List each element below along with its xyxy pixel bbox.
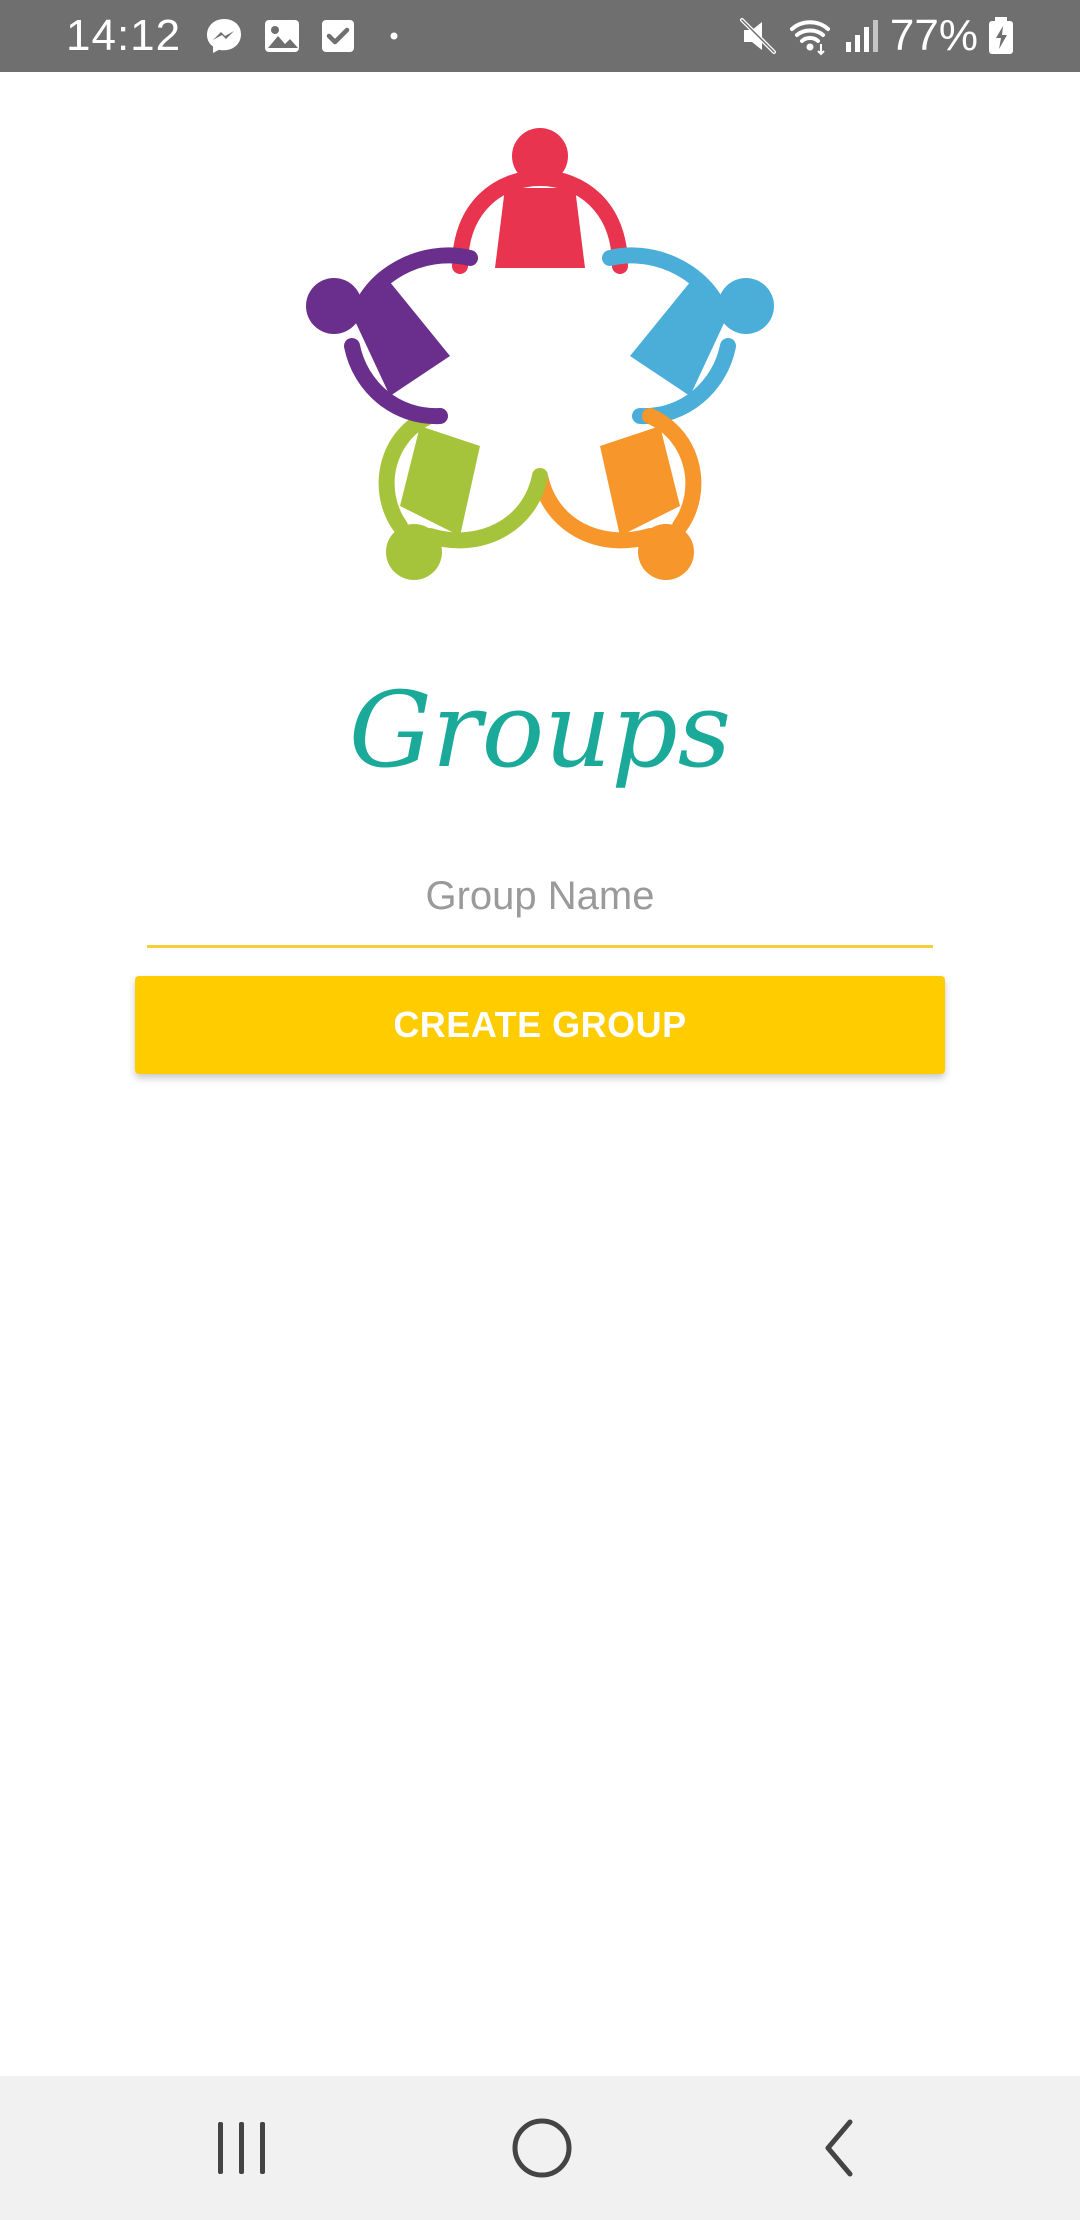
messenger-icon (202, 14, 246, 58)
group-name-field (147, 848, 933, 950)
create-group-button[interactable]: CREATE GROUP (135, 976, 945, 1074)
group-name-input[interactable] (147, 848, 933, 948)
people-circle-logo (300, 126, 780, 586)
dot-icon (372, 14, 416, 58)
page-title: Groups (348, 669, 732, 791)
home-icon[interactable] (502, 2108, 582, 2188)
gallery-icon (260, 14, 304, 58)
navigation-bar (0, 2076, 1080, 2220)
signal-icon (840, 14, 884, 58)
battery-icon (984, 14, 1018, 58)
checkbox-icon (316, 14, 360, 58)
recents-icon[interactable] (202, 2108, 282, 2188)
mute-icon (736, 14, 780, 58)
wifi-icon (788, 14, 832, 58)
back-icon[interactable] (802, 2108, 882, 2188)
battery-percent: 77% (889, 11, 978, 60)
screen: 14:12 77% Groups Group Name CREATE GROUP (0, 0, 1080, 2220)
status-time: 14:12 (66, 11, 182, 60)
status-bar: 14:12 77% (0, 0, 1080, 72)
